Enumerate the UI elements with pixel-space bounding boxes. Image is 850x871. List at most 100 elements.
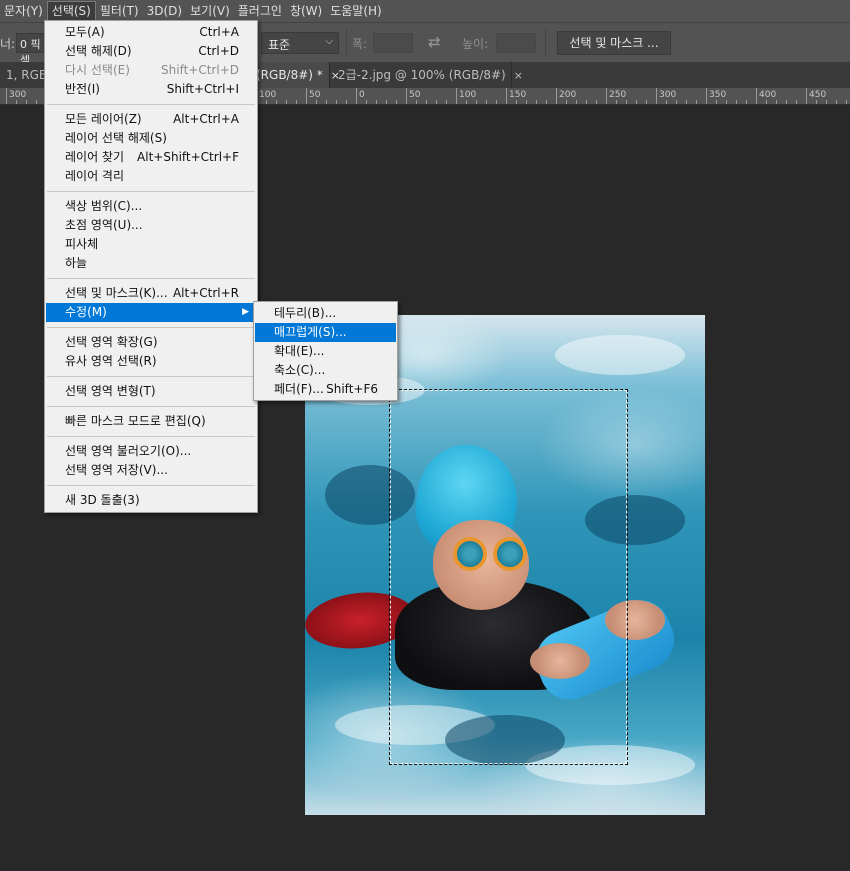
menu-item[interactable]: 모두(A) Ctrl+A: [46, 23, 256, 42]
height-input[interactable]: [496, 33, 536, 53]
menu-item[interactable]: 레이어 찾기 Alt+Shift+Ctrl+F: [46, 148, 256, 167]
ruler-label: 50: [409, 90, 421, 100]
menu-item[interactable]: 반전(I) Shift+Ctrl+I: [46, 80, 256, 99]
ruler-minor-tick: [436, 100, 437, 104]
menu-item[interactable]: 선택 영역 확장(G): [46, 333, 256, 352]
menu-item-label: 선택 영역 불러오기(O)...: [65, 444, 192, 458]
ruler-label: 300: [9, 90, 27, 100]
tab-document-2[interactable]: (RGB/8#) * ×: [250, 62, 340, 88]
ruler-label: 350: [709, 90, 727, 100]
ruler-minor-tick: [566, 100, 567, 104]
ruler-minor-tick: [696, 100, 697, 104]
ruler-tick: [806, 88, 807, 104]
menu-item[interactable]: 모든 레이어(Z) Alt+Ctrl+A: [46, 110, 256, 129]
ruler-minor-tick: [366, 100, 367, 104]
menu-item-label: 빠른 마스크 모드로 편집(Q): [65, 414, 206, 428]
menu-item-label: 반전(I): [65, 82, 100, 96]
tab-document-3[interactable]: 2급-2.jpg @ 100% (RGB/8#) ×: [332, 62, 523, 88]
menu-item[interactable]: 선택 영역 저장(V)...: [46, 461, 256, 480]
menu-item-label: 레이어 선택 해제(S): [65, 131, 167, 145]
width-label: 폭:: [352, 37, 368, 51]
ruler-label: 50: [309, 90, 321, 100]
chevron-down-icon: ⌵: [325, 36, 333, 47]
menu-window[interactable]: 창(W): [286, 0, 326, 22]
menu-item[interactable]: 피사체: [46, 235, 256, 254]
menu-item-shortcut: Alt+Ctrl+A: [173, 112, 239, 126]
close-icon[interactable]: ×: [514, 69, 523, 82]
menu-item[interactable]: 선택 해제(D) Ctrl+D: [46, 42, 256, 61]
ruler-minor-tick: [716, 100, 717, 104]
ruler-minor-tick: [276, 100, 277, 104]
menu-item[interactable]: 유사 영역 선택(R): [46, 352, 256, 371]
menu-item-label: 모든 레이어(Z): [65, 112, 142, 126]
ruler-tick: [706, 88, 707, 104]
menu-item-label: 확대(E)...: [274, 344, 325, 358]
ruler-minor-tick: [726, 100, 727, 104]
ruler-minor-tick: [786, 100, 787, 104]
menu-3d[interactable]: 3D(D): [143, 0, 186, 22]
submenu-item[interactable]: 테두리(B)...: [255, 304, 396, 323]
modify-submenu: 테두리(B)... 매끄럽게(S)... 확대(E)... 축소(C)... 페더(F)…: [253, 301, 398, 401]
ruler-label: 100: [459, 90, 477, 100]
selection-marquee[interactable]: [389, 389, 628, 765]
menu-item-label: 피사체: [65, 237, 99, 251]
menu-item[interactable]: 빠른 마스크 모드로 편집(Q): [46, 412, 256, 431]
menu-item-shortcut: Shift+Ctrl+D: [161, 63, 239, 77]
menu-separator: [47, 436, 255, 437]
menu-separator: [47, 278, 255, 279]
menu-type[interactable]: 문자(Y): [0, 0, 47, 22]
menu-item[interactable]: 하늘: [46, 254, 256, 273]
height-label: 높이:: [462, 37, 489, 51]
submenu-item[interactable]: 축소(C)...: [255, 361, 396, 380]
menu-item-shortcut: Ctrl+A: [199, 25, 239, 39]
ruler-label: 300: [659, 90, 677, 100]
submenu-item[interactable]: 매끄럽게(S)...: [255, 323, 396, 342]
menu-item-label: 매끄럽게(S)...: [274, 325, 347, 339]
ruler-minor-tick: [266, 100, 267, 104]
menu-select[interactable]: 선택(S): [46, 1, 96, 21]
menu-item-label: 축소(C)...: [274, 363, 326, 377]
menu-help[interactable]: 도움말(H): [326, 0, 386, 22]
menu-item[interactable]: 초점 영역(U)...: [46, 216, 256, 235]
menu-plugins[interactable]: 플러그인: [234, 0, 286, 22]
menu-item[interactable]: 색상 범위(C)...: [46, 197, 256, 216]
tab-document-1[interactable]: 1, RGB/: [0, 62, 51, 88]
menu-item[interactable]: 선택 영역 변형(T): [46, 382, 256, 401]
ruler-label: 400: [759, 90, 777, 100]
width-input[interactable]: [373, 33, 413, 53]
menu-item[interactable]: 선택 영역 불러오기(O)...: [46, 442, 256, 461]
menu-filter[interactable]: 필터(T): [96, 0, 143, 22]
menu-item-label: 선택 영역 확장(G): [65, 335, 158, 349]
menu-view[interactable]: 보기(V): [186, 0, 234, 22]
ruler-tick: [356, 88, 357, 104]
ruler-minor-tick: [486, 100, 487, 104]
menu-item[interactable]: 수정(M) ▶: [46, 303, 256, 322]
ruler-minor-tick: [36, 100, 37, 104]
style-select[interactable]: 표준 ⌵: [261, 32, 339, 54]
feather-input[interactable]: 0 픽셀: [16, 33, 46, 67]
menu-item[interactable]: 레이어 선택 해제(S): [46, 129, 256, 148]
ruler-minor-tick: [686, 100, 687, 104]
submenu-item[interactable]: 페더(F)... Shift+F6: [255, 380, 396, 399]
ruler-minor-tick: [636, 100, 637, 104]
ruler-minor-tick: [296, 100, 297, 104]
menu-item-shortcut: Ctrl+D: [198, 44, 239, 58]
ruler-minor-tick: [386, 100, 387, 104]
menu-item[interactable]: 레이어 격리: [46, 167, 256, 186]
ruler-minor-tick: [476, 100, 477, 104]
menu-item-label: 모두(A): [65, 25, 105, 39]
select-and-mask-button[interactable]: 선택 및 마스크 ...: [557, 31, 671, 55]
ruler-minor-tick: [346, 100, 347, 104]
menu-item[interactable]: 새 3D 돌출(3): [46, 491, 256, 510]
ruler-tick: [456, 88, 457, 104]
menu-item[interactable]: 선택 및 마스크(K)... Alt+Ctrl+R: [46, 284, 256, 303]
ruler-minor-tick: [426, 100, 427, 104]
ruler-label: 150: [509, 90, 527, 100]
style-select-value: 표준: [268, 38, 291, 52]
ruler-minor-tick: [526, 100, 527, 104]
submenu-item[interactable]: 확대(E)...: [255, 342, 396, 361]
ruler-label: 0: [359, 90, 365, 100]
swap-icon[interactable]: ⇄: [428, 33, 441, 51]
ruler-minor-tick: [416, 100, 417, 104]
menu-item-label: 다시 선택(E): [65, 63, 130, 77]
